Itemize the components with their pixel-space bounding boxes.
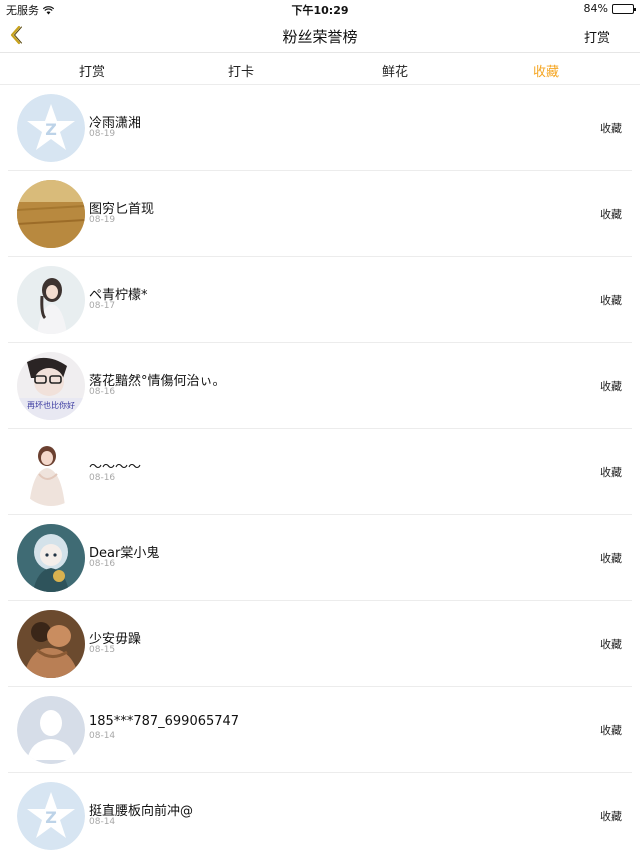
fan-date: 08-19	[89, 215, 116, 225]
favorite-label: 收藏	[600, 380, 622, 393]
favorite-label: 收藏	[600, 638, 622, 651]
svg-text:再坏也比你好: 再坏也比你好	[27, 400, 75, 410]
boy-glasses-avatar[interactable]: 再坏也比你好	[17, 352, 85, 420]
status-right: 84%	[583, 2, 636, 15]
list-item[interactable]: ～～～～ 08-16 收藏	[0, 429, 640, 515]
svg-text:Z: Z	[45, 120, 57, 139]
favorite-label: 收藏	[600, 122, 622, 135]
default-q-avatar[interactable]: Z	[17, 94, 85, 162]
tab-checkin[interactable]: 打卡	[211, 61, 271, 80]
battery-percent: 84%	[583, 2, 608, 15]
reward-button[interactable]: 打赏	[584, 27, 610, 46]
fan-date: 08-14	[89, 731, 116, 741]
tab-favorites[interactable]: 收藏	[516, 61, 576, 80]
tab-reward[interactable]: 打赏	[62, 61, 122, 80]
anime-girl-avatar[interactable]	[17, 524, 85, 592]
list-item[interactable]: Z 挺直腰板向前冲@ 08-14 收藏	[0, 773, 640, 853]
tab-flowers[interactable]: 鲜花	[365, 61, 425, 80]
fan-date: 08-16	[89, 387, 116, 397]
favorite-label: 收藏	[600, 552, 622, 565]
favorite-label: 收藏	[600, 208, 622, 221]
list-item[interactable]: 图穷匕首现 08-19 收藏	[0, 171, 640, 257]
fan-date: 08-14	[89, 817, 116, 827]
list-item[interactable]: 少安毋躁 08-15 收藏	[0, 601, 640, 687]
fan-date: 08-15	[89, 645, 116, 655]
list-item[interactable]: Z 冷雨潇湘 08-19 收藏	[0, 85, 640, 171]
default-q-avatar[interactable]: Z	[17, 782, 85, 850]
woman-photo-avatar[interactable]	[17, 438, 85, 506]
list-item[interactable]: 再坏也比你好 落花黯然°情傷何治ぃ。 08-16 收藏	[0, 343, 640, 429]
svg-text:Z: Z	[45, 808, 57, 827]
favorite-label: 收藏	[600, 724, 622, 737]
fan-date: 08-16	[89, 473, 116, 483]
navigation-bar: 粉丝荣誉榜 打赏	[0, 18, 640, 53]
fan-date: 08-17	[89, 301, 116, 311]
fan-date: 08-16	[89, 559, 116, 569]
list-item[interactable]: ペ青柠檬* 08-17 收藏	[0, 257, 640, 343]
couple-photo-avatar[interactable]	[17, 610, 85, 678]
tab-bar: 打赏 打卡 鲜花 收藏	[0, 53, 640, 85]
status-bar: 无服务 下午10:29 84%	[0, 0, 640, 18]
page-title: 粉丝荣誉榜	[282, 28, 358, 46]
default-person-avatar[interactable]	[17, 696, 85, 764]
girl-photo-avatar[interactable]	[17, 266, 85, 334]
list-item[interactable]: Dear棠小鬼 08-16 收藏	[0, 515, 640, 601]
battery-icon	[612, 3, 636, 14]
fan-date: 08-19	[89, 129, 116, 139]
wheat-field-avatar[interactable]	[17, 180, 85, 248]
favorite-label: 收藏	[600, 294, 622, 307]
favorite-label: 收藏	[600, 810, 622, 823]
fan-list: Z 冷雨潇湘 08-19 收藏 图穷匕首现 08-19 收藏 ペ青柠檬* 08-…	[0, 85, 640, 853]
fan-name: 185***787_699065747	[89, 714, 240, 729]
list-item[interactable]: 185***787_699065747 08-14 收藏	[0, 687, 640, 773]
favorite-label: 收藏	[600, 466, 622, 479]
status-time: 下午10:29	[291, 4, 349, 17]
